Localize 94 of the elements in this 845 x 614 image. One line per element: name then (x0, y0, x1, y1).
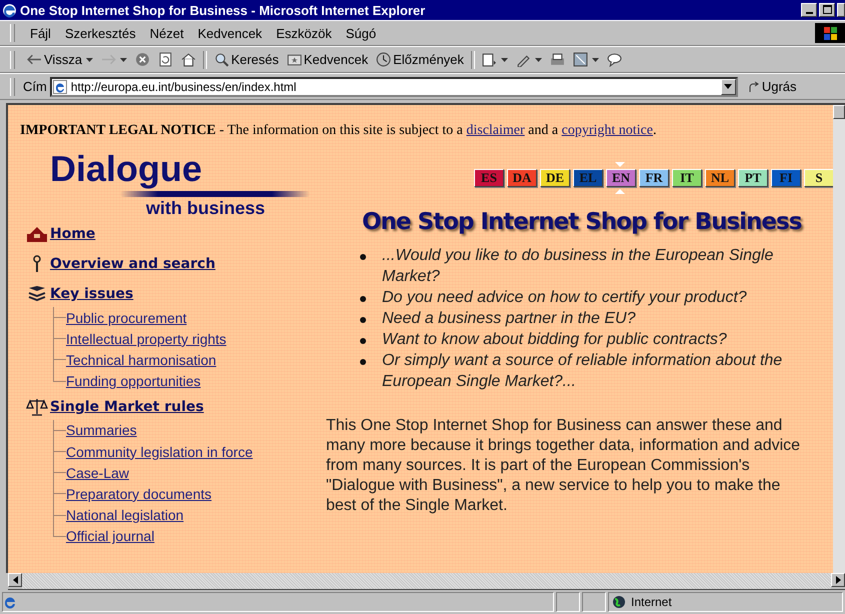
nav-link[interactable]: Overview and search (50, 256, 216, 272)
house-icon (26, 225, 48, 243)
menu-item[interactable]: Nézet (142, 26, 191, 40)
bullet-icon (360, 359, 366, 365)
right-arrow-icon (836, 576, 840, 584)
back-arrow-icon (27, 52, 42, 67)
language-button[interactable]: FR (639, 169, 669, 187)
refresh-icon (158, 52, 174, 67)
caret-icon (120, 58, 128, 62)
home-icon (181, 52, 196, 67)
back-button[interactable]: Vissza (23, 52, 98, 67)
globe-icon (612, 595, 626, 609)
nav-sublink[interactable]: National legislation (66, 507, 184, 524)
bullet-icon (360, 296, 366, 302)
nav-link[interactable]: Key issues (50, 286, 134, 302)
question-text: Or simply want a source of reliable information about the European Single Market?... (382, 351, 784, 392)
question-text: Need a business partner in the EU? (382, 309, 636, 329)
intro-paragraph: This One Stop Internet Shop for Business can answer these and many more because it brings together data, information and advice from many sources. It is part of the European Commission's "Dialogue with Business", a new service to help you to make the best of the Single Market. (326, 416, 802, 516)
logo-title: Dialogue (50, 149, 202, 189)
dropdown-button[interactable] (720, 78, 736, 94)
language-button[interactable]: PT (738, 169, 768, 187)
vertical-scrollbar[interactable] (833, 105, 845, 573)
menu-item[interactable]: Súgó (338, 26, 384, 40)
language-button[interactable]: DA (507, 169, 537, 187)
discuss-icon (572, 52, 588, 67)
menu-item[interactable]: Szerkesztés (58, 26, 143, 40)
page-icon (52, 80, 67, 94)
nav-sublink[interactable]: Public procurement (66, 310, 187, 326)
printer-icon (550, 52, 565, 67)
nav-sublink[interactable]: Community legislation in force (66, 444, 253, 460)
language-button[interactable]: DE (540, 169, 570, 187)
search-icon (214, 52, 230, 67)
disclaimer-link[interactable]: disclaimer (466, 123, 525, 138)
language-button[interactable]: IT (672, 169, 702, 187)
speech-bubble-icon (606, 52, 622, 67)
question-text: Do you need advice on how to certify your product? (382, 288, 747, 308)
bullet-icon (360, 254, 366, 260)
nav-sublink[interactable]: Preparatory documents (66, 486, 212, 502)
nav-link[interactable]: Home (50, 226, 96, 242)
status-pane (582, 592, 606, 612)
window-title: One Stop Internet Shop for Business - Microsoft Internet Explorer (20, 2, 426, 18)
logo-subtitle: with business (146, 197, 266, 219)
minimize-button[interactable] (801, 3, 817, 17)
address-field[interactable]: http://europa.eu.int/business/en/index.html (50, 76, 738, 96)
scroll-right-button[interactable] (831, 573, 845, 587)
scroll-left-button[interactable] (8, 573, 22, 587)
language-button[interactable]: EN (606, 169, 636, 187)
search-button[interactable]: Keresés (210, 52, 283, 67)
nav-sublink[interactable]: Summaries (66, 422, 137, 438)
curved-arrow-icon (748, 80, 760, 92)
menu-item[interactable]: Fájl (23, 26, 58, 40)
go-button[interactable]: Ugrás (748, 79, 797, 94)
left-arrow-icon (12, 576, 18, 584)
caret-icon (86, 58, 94, 62)
page-heading: One Stop Internet Shop for Business (362, 209, 802, 235)
question-text: ...Would you like to do business in the European Single Market? (382, 246, 774, 287)
nav-link[interactable]: Single Market rules (50, 398, 204, 415)
history-button[interactable]: Előzmények (372, 52, 468, 67)
language-button[interactable]: NL (705, 169, 735, 187)
legal-notice: IMPORTANT LEGAL NOTICE - The information on this site is subject to a disclaimer and a copyright notice. (20, 123, 658, 139)
horizontal-scrollbar[interactable] (8, 573, 845, 590)
menu-item[interactable]: Eszközök (269, 26, 339, 40)
copyright-notice-link[interactable]: copyright notice (562, 123, 653, 138)
caret-icon (500, 58, 508, 62)
language-button[interactable]: S (804, 169, 833, 187)
bullet-icon (360, 338, 366, 344)
nav-sublink[interactable]: Intellectual property rights (66, 330, 226, 347)
nav-sublink[interactable]: Official journal (66, 528, 154, 544)
star-folder-icon (286, 52, 302, 67)
scroll-up-button[interactable] (833, 105, 845, 119)
question-text: Want to know about bidding for public contracts? (382, 330, 727, 350)
windows-logo-icon (815, 23, 845, 43)
caret-icon (592, 58, 599, 62)
books-icon (26, 285, 48, 303)
address-label: Cím (23, 79, 47, 94)
clock-icon (376, 52, 392, 67)
close-button[interactable] (837, 3, 845, 17)
caret-icon (724, 84, 732, 89)
browser-icon (2, 2, 17, 18)
menu-item[interactable]: Kedvencek (190, 26, 270, 40)
restore-button[interactable] (819, 3, 835, 17)
mail-icon (482, 52, 497, 67)
security-zone-label: Internet (631, 595, 672, 609)
nav-sublink[interactable]: Case-Law (66, 464, 130, 481)
page-icon (3, 595, 17, 609)
selection-arrow-icon (615, 189, 625, 194)
nav-sublink[interactable]: Funding opportunities (66, 373, 201, 390)
caret-icon (534, 58, 542, 62)
status-pane (556, 592, 580, 612)
stop-icon (135, 52, 150, 67)
scales-icon (26, 398, 48, 416)
nav-sublink[interactable]: Technical harmonisation (66, 352, 216, 368)
bullet-icon (360, 317, 366, 323)
favorites-button[interactable]: Kedvencek (282, 52, 372, 67)
